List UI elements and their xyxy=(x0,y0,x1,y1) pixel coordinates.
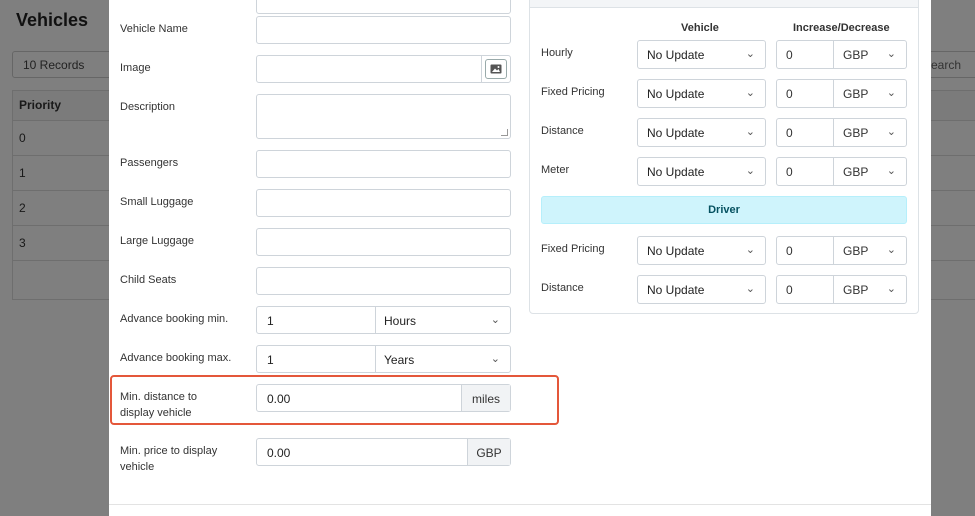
modal-footer-divider xyxy=(109,504,931,505)
driver-distance-currency-value: GBP xyxy=(843,283,869,297)
vehicle-edit-modal: Vehicle Name Image Description Passenger… xyxy=(109,0,931,516)
driver-distance-select[interactable]: No Update ⌄ xyxy=(637,275,766,304)
hourly-currency-value: GBP xyxy=(843,48,869,62)
hourly-label: Hourly xyxy=(541,47,573,59)
driver-fixed-pricing-amount-group: 0 GBP ⌄ xyxy=(776,236,907,265)
advance-min-input[interactable]: 1 xyxy=(257,307,376,333)
driver-fixed-pricing-currency-value: GBP xyxy=(843,244,869,258)
distance-amount-group: 0 GBP ⌄ xyxy=(776,118,907,147)
chevron-down-icon: ⌄ xyxy=(886,48,896,60)
chevron-down-icon: ⌄ xyxy=(886,87,896,99)
driver-distance-label: Distance xyxy=(541,282,584,294)
hourly-currency-select[interactable]: GBP ⌄ xyxy=(834,41,906,68)
driver-fixed-pricing-select-value: No Update xyxy=(647,244,705,258)
meter-amount-group: 0 GBP ⌄ xyxy=(776,157,907,186)
fixed-pricing-select[interactable]: No Update ⌄ xyxy=(637,79,766,108)
fixed-pricing-select-value: No Update xyxy=(647,87,705,101)
chevron-down-icon: ⌄ xyxy=(745,283,755,295)
advance-max-unit-select[interactable]: Years ⌄ xyxy=(376,346,510,372)
resize-handle-icon[interactable] xyxy=(501,129,508,136)
image-label: Image xyxy=(120,62,151,74)
min-price-group: 0.00 GBP xyxy=(256,438,511,466)
meter-currency-value: GBP xyxy=(843,165,869,179)
hourly-amount-input[interactable]: 0 xyxy=(777,41,834,68)
image-picker-button[interactable] xyxy=(481,56,510,82)
chevron-down-icon: ⌄ xyxy=(745,87,755,99)
min-price-label: Min. price to display vehicle xyxy=(120,445,218,473)
chevron-down-icon: ⌄ xyxy=(745,126,755,138)
driver-distance-amount-group: 0 GBP ⌄ xyxy=(776,275,907,304)
min-price-input[interactable]: 0.00 xyxy=(257,439,468,465)
meter-amount-input[interactable]: 0 xyxy=(777,158,834,185)
chevron-down-icon: ⌄ xyxy=(490,353,500,365)
advance-min-label: Advance booking min. xyxy=(120,313,229,325)
fixed-pricing-currency-value: GBP xyxy=(843,87,869,101)
description-textarea[interactable] xyxy=(256,94,511,139)
min-distance-unit: miles xyxy=(462,385,510,411)
distance-currency-value: GBP xyxy=(843,126,869,140)
distance-currency-select[interactable]: GBP ⌄ xyxy=(834,119,906,146)
chevron-down-icon: ⌄ xyxy=(886,244,896,256)
hourly-amount-group: 0 GBP ⌄ xyxy=(776,40,907,69)
fixed-pricing-label: Fixed Pricing xyxy=(541,86,605,98)
hourly-select[interactable]: No Update ⌄ xyxy=(637,40,766,69)
chevron-down-icon: ⌄ xyxy=(745,244,755,256)
vehicle-name-input[interactable] xyxy=(256,16,511,44)
min-distance-group: 0.00 miles xyxy=(256,384,511,412)
chevron-down-icon: ⌄ xyxy=(886,283,896,295)
image-input[interactable] xyxy=(256,55,511,83)
advance-min-unit-select[interactable]: Hours ⌄ xyxy=(376,307,510,333)
driver-distance-select-value: No Update xyxy=(647,283,705,297)
passengers-input[interactable] xyxy=(256,150,511,178)
fixed-pricing-amount-group: 0 GBP ⌄ xyxy=(776,79,907,108)
large-luggage-label: Large Luggage xyxy=(120,235,195,247)
meter-select[interactable]: No Update ⌄ xyxy=(637,157,766,186)
small-luggage-input[interactable] xyxy=(256,189,511,217)
advance-min-group: 1 Hours ⌄ xyxy=(256,306,511,334)
meter-select-value: No Update xyxy=(647,165,705,179)
driver-fixed-pricing-currency-select[interactable]: GBP ⌄ xyxy=(834,237,906,264)
min-distance-input[interactable]: 0.00 xyxy=(257,385,462,411)
passengers-label: Passengers xyxy=(120,157,179,169)
driver-distance-amount-input[interactable]: 0 xyxy=(777,276,834,303)
chevron-down-icon: ⌄ xyxy=(745,48,755,60)
pricing-panel-header xyxy=(530,0,918,8)
min-distance-label: Min. distance to display vehicle xyxy=(120,391,198,419)
fixed-pricing-amount-input[interactable]: 0 xyxy=(777,80,834,107)
advance-max-input[interactable]: 1 xyxy=(257,346,376,372)
vehicle-column-header: Vehicle xyxy=(681,22,719,34)
chevron-down-icon: ⌄ xyxy=(745,165,755,177)
hourly-select-value: No Update xyxy=(647,48,705,62)
advance-max-label: Advance booking max. xyxy=(120,352,232,364)
chevron-down-icon: ⌄ xyxy=(886,126,896,138)
large-luggage-input[interactable] xyxy=(256,228,511,256)
meter-currency-select[interactable]: GBP ⌄ xyxy=(834,158,906,185)
chevron-down-icon: ⌄ xyxy=(886,165,896,177)
vehicle-name-label: Vehicle Name xyxy=(120,23,188,35)
driver-fixed-pricing-select[interactable]: No Update ⌄ xyxy=(637,236,766,265)
distance-select-value: No Update xyxy=(647,126,705,140)
child-seats-label: Child Seats xyxy=(120,274,177,286)
image-icon xyxy=(485,59,507,79)
driver-fixed-pricing-amount-input[interactable]: 0 xyxy=(777,237,834,264)
driver-section-header: Driver xyxy=(541,196,907,224)
small-luggage-label: Small Luggage xyxy=(120,196,194,208)
advance-max-unit-value: Years xyxy=(384,353,415,367)
advance-min-unit-value: Hours xyxy=(384,314,417,328)
top-partial-input[interactable] xyxy=(256,0,511,14)
fixed-pricing-currency-select[interactable]: GBP ⌄ xyxy=(834,80,906,107)
child-seats-input[interactable] xyxy=(256,267,511,295)
description-label: Description xyxy=(120,101,176,113)
meter-label: Meter xyxy=(541,164,570,176)
min-price-unit: GBP xyxy=(468,439,510,465)
driver-fixed-pricing-label: Fixed Pricing xyxy=(541,243,605,255)
increase-column-header: Increase/Decrease xyxy=(793,22,890,34)
distance-amount-input[interactable]: 0 xyxy=(777,119,834,146)
distance-select[interactable]: No Update ⌄ xyxy=(637,118,766,147)
pricing-panel: Vehicle Increase/Decrease Hourly No Upda… xyxy=(529,0,919,314)
distance-label: Distance xyxy=(541,125,584,137)
driver-distance-currency-select[interactable]: GBP ⌄ xyxy=(834,276,906,303)
advance-max-group: 1 Years ⌄ xyxy=(256,345,511,373)
chevron-down-icon: ⌄ xyxy=(490,314,500,326)
